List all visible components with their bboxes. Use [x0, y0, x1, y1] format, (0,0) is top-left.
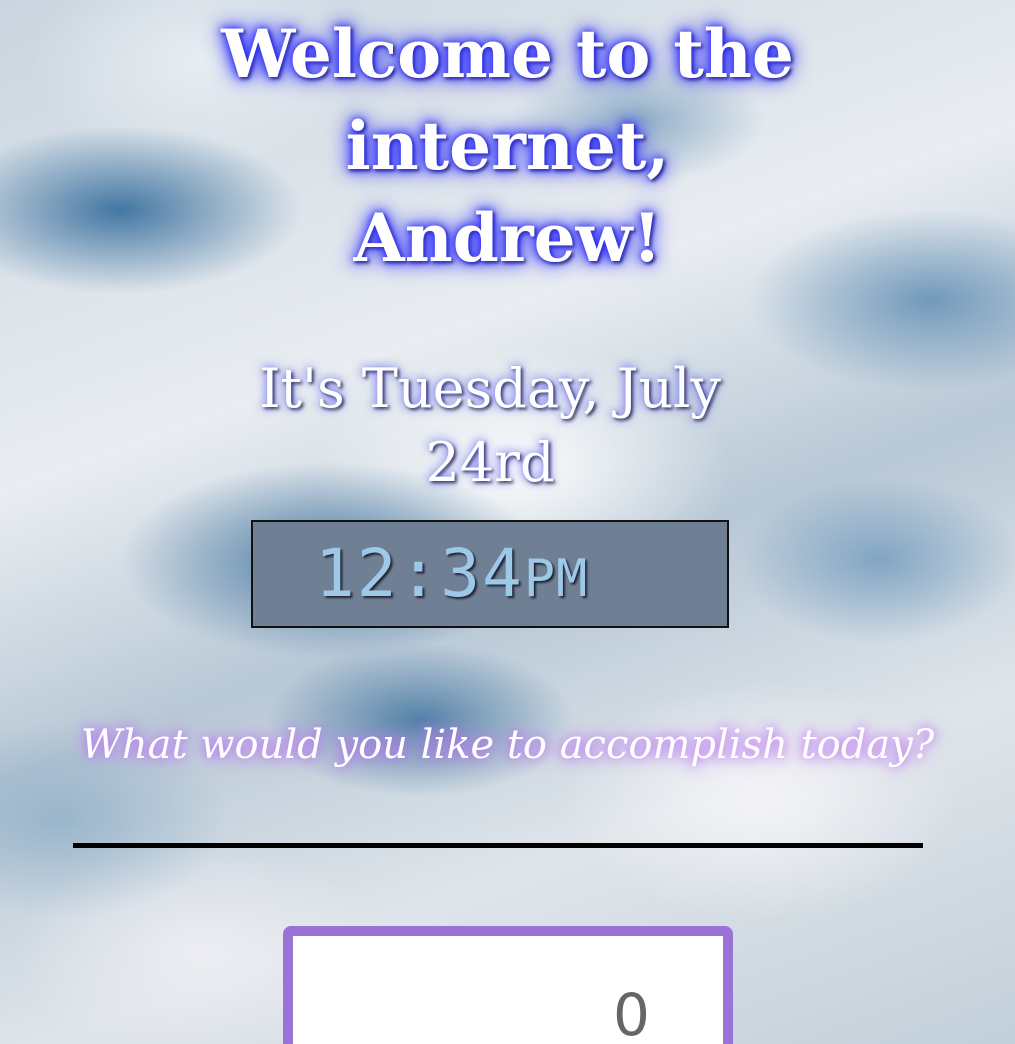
welcome-line-1: Welcome to the [221, 15, 794, 93]
clock-display: 12:34PM [251, 520, 729, 628]
date-line-1: It's Tuesday, July [259, 357, 721, 420]
counter-box[interactable]: 0 [283, 926, 733, 1044]
goal-question: What would you like to accomplish today? [80, 722, 935, 768]
date-line-2: 24rd [425, 431, 555, 494]
goal-input[interactable] [73, 800, 923, 848]
welcome-line-2: internet, [345, 107, 670, 185]
clock-ampm: PM [523, 549, 589, 609]
welcome-line-3: Andrew! [353, 199, 662, 277]
counter-value: 0 [613, 981, 650, 1044]
clock-time: 12:34 [315, 535, 524, 612]
welcome-heading: Welcome to the internet, Andrew! [0, 8, 1015, 284]
date-display: It's Tuesday, July 24rd [240, 352, 740, 500]
